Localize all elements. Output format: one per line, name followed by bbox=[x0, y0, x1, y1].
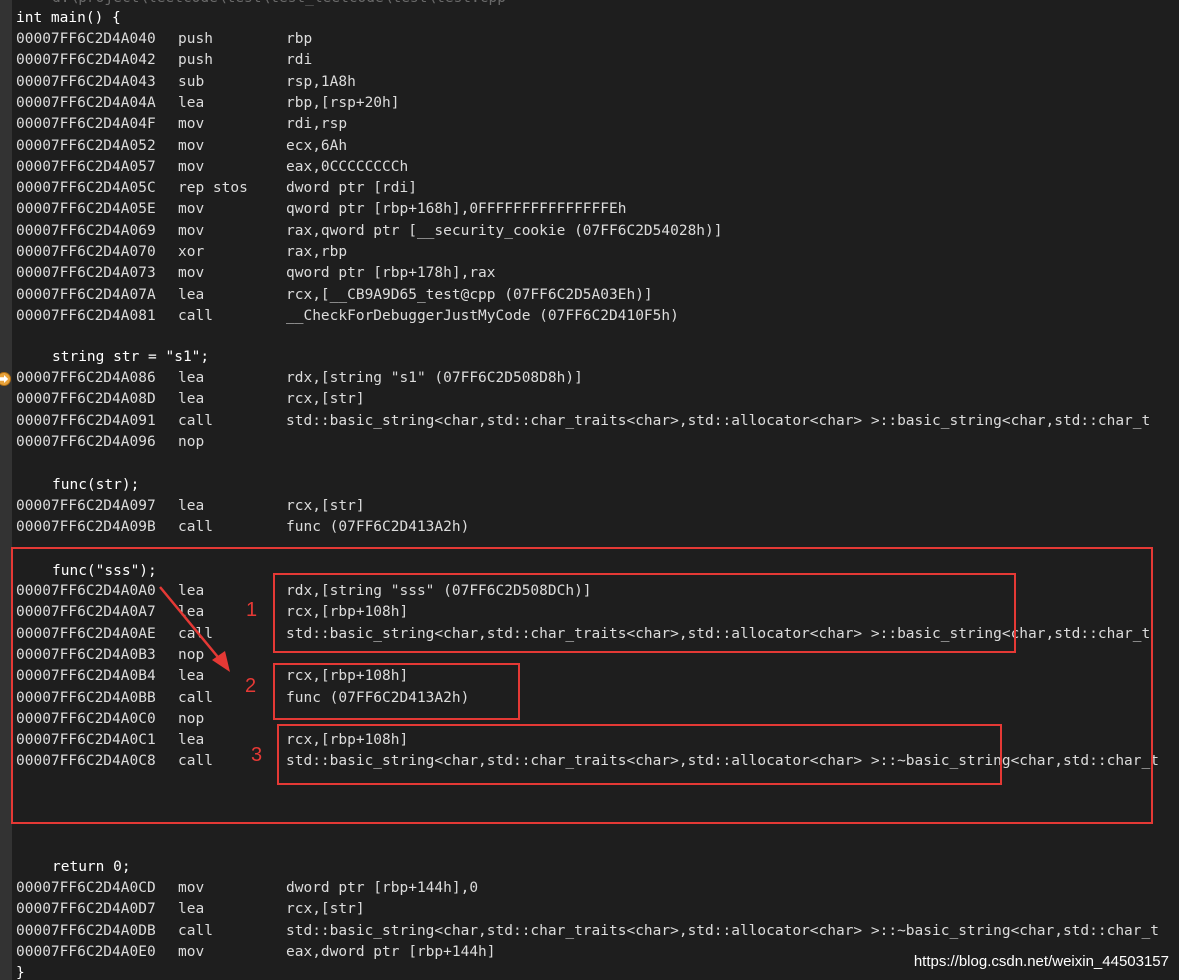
disassembly-window: d:\project\leetcode\test\test_leetcode\t… bbox=[0, 0, 1179, 980]
annotation-arrow-icon bbox=[159, 586, 230, 672]
watermark: https://blog.csdn.net/weixin_44503157 bbox=[913, 953, 1169, 970]
